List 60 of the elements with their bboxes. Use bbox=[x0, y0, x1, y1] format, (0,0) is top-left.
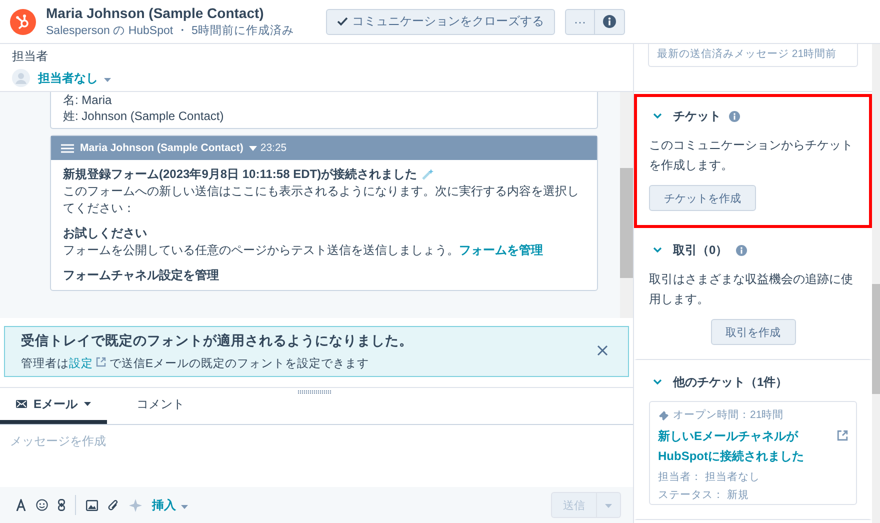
check-icon bbox=[337, 17, 348, 26]
manage-form-link[interactable]: フォームを管理 bbox=[459, 243, 543, 257]
section-title: 取引（0） bbox=[673, 242, 728, 258]
scrollbar[interactable] bbox=[872, 44, 880, 523]
message-paragraph: フォームを公開している任意のページからテスト送信を送信しましょう。フォームを管理 bbox=[63, 242, 544, 259]
conversation-subtitle: Salesperson の HubSpot ・ 5時間前に作成済み bbox=[46, 24, 294, 38]
banner-text: 管理者は設定 で送信Eメールの既定のフォントを設定できます bbox=[21, 356, 370, 371]
banner-title: 受信トレイで既定のフォントが適用されるようになりました。 bbox=[21, 332, 413, 350]
caret-icon bbox=[249, 146, 258, 150]
last-message-text: 最新の送信済みメッセージ 21時間前 bbox=[648, 44, 858, 67]
image-icon[interactable] bbox=[86, 500, 98, 510]
info-button[interactable] bbox=[595, 8, 625, 34]
mail-icon bbox=[16, 400, 28, 408]
menu-icon bbox=[61, 144, 74, 152]
external-link-icon[interactable] bbox=[837, 430, 848, 441]
sparkle-icon bbox=[420, 168, 434, 182]
external-link-icon bbox=[96, 357, 106, 367]
contact-name: Maria Johnson (Sample Contact) bbox=[46, 5, 265, 21]
insert-dropdown[interactable]: 挿入 bbox=[152, 496, 188, 514]
caret-icon bbox=[104, 78, 111, 82]
ticket-field: ステータス： 新規 bbox=[658, 488, 848, 502]
link-icon[interactable] bbox=[58, 499, 65, 511]
form-field-text: 名: Maria bbox=[63, 92, 113, 108]
ticket-title-link[interactable]: 新しいEメールチャネルがHubSpotに接続されました bbox=[658, 426, 829, 466]
caret-icon bbox=[84, 402, 90, 406]
message-body: このフォームへの新しい送信はここにも表示されるようになります。次に実行する内容を選択してください： bbox=[63, 183, 580, 217]
caret-icon bbox=[181, 505, 188, 509]
close-icon bbox=[597, 345, 608, 356]
section-title: 他のチケット（1件） bbox=[673, 374, 788, 390]
assignee-dropdown[interactable]: 担当者なし bbox=[38, 70, 111, 86]
info-icon bbox=[729, 110, 740, 122]
create-button[interactable]: チケットを作成 bbox=[649, 185, 756, 211]
paperclip-icon[interactable] bbox=[108, 498, 119, 512]
emoji-icon[interactable] bbox=[36, 499, 48, 511]
close-conversation-button[interactable]: コミュニケーションをクローズする bbox=[326, 8, 555, 34]
caret-icon bbox=[605, 504, 612, 508]
ticket-icon bbox=[658, 410, 669, 420]
info-icon bbox=[736, 244, 747, 256]
settings-link[interactable]: 設定 bbox=[69, 358, 93, 370]
more-button[interactable]: ··· bbox=[565, 8, 595, 34]
section-description: このコミュニケーションからチケットを作成します。 bbox=[649, 137, 854, 174]
composer-tab[interactable]: コメント bbox=[107, 388, 214, 424]
message-title: 新規登録フォーム(2023年9月8日 10:11:58 EDT)が接続されました bbox=[63, 166, 418, 183]
scrollbar[interactable] bbox=[620, 92, 633, 318]
logo-icon bbox=[10, 8, 36, 34]
assignee-label: 担当者 bbox=[12, 48, 49, 65]
form-field-text: 姓: Johnson (Sample Contact) bbox=[63, 108, 225, 124]
sender-name: Maria Johnson (Sample Contact) bbox=[80, 142, 244, 154]
info-icon bbox=[603, 15, 616, 28]
create-button[interactable]: 取引を作成 bbox=[710, 319, 796, 345]
avatar-icon bbox=[12, 69, 30, 87]
section-title: チケット bbox=[673, 108, 721, 124]
ticket-status: オープン時間：21時間 bbox=[673, 408, 784, 422]
message-time: 23:25 bbox=[260, 142, 287, 154]
text-format-icon[interactable] bbox=[16, 499, 26, 511]
message-heading: フォームチャネル設定を管理 bbox=[63, 267, 220, 284]
message-heading: お試しください bbox=[63, 225, 148, 242]
section-description: 取引はさまざまな収益機会の追跡に使用します。 bbox=[649, 271, 854, 308]
ticket-field: 担当者： 担当者なし bbox=[658, 470, 848, 484]
drag-handle-icon[interactable] bbox=[298, 390, 332, 394]
